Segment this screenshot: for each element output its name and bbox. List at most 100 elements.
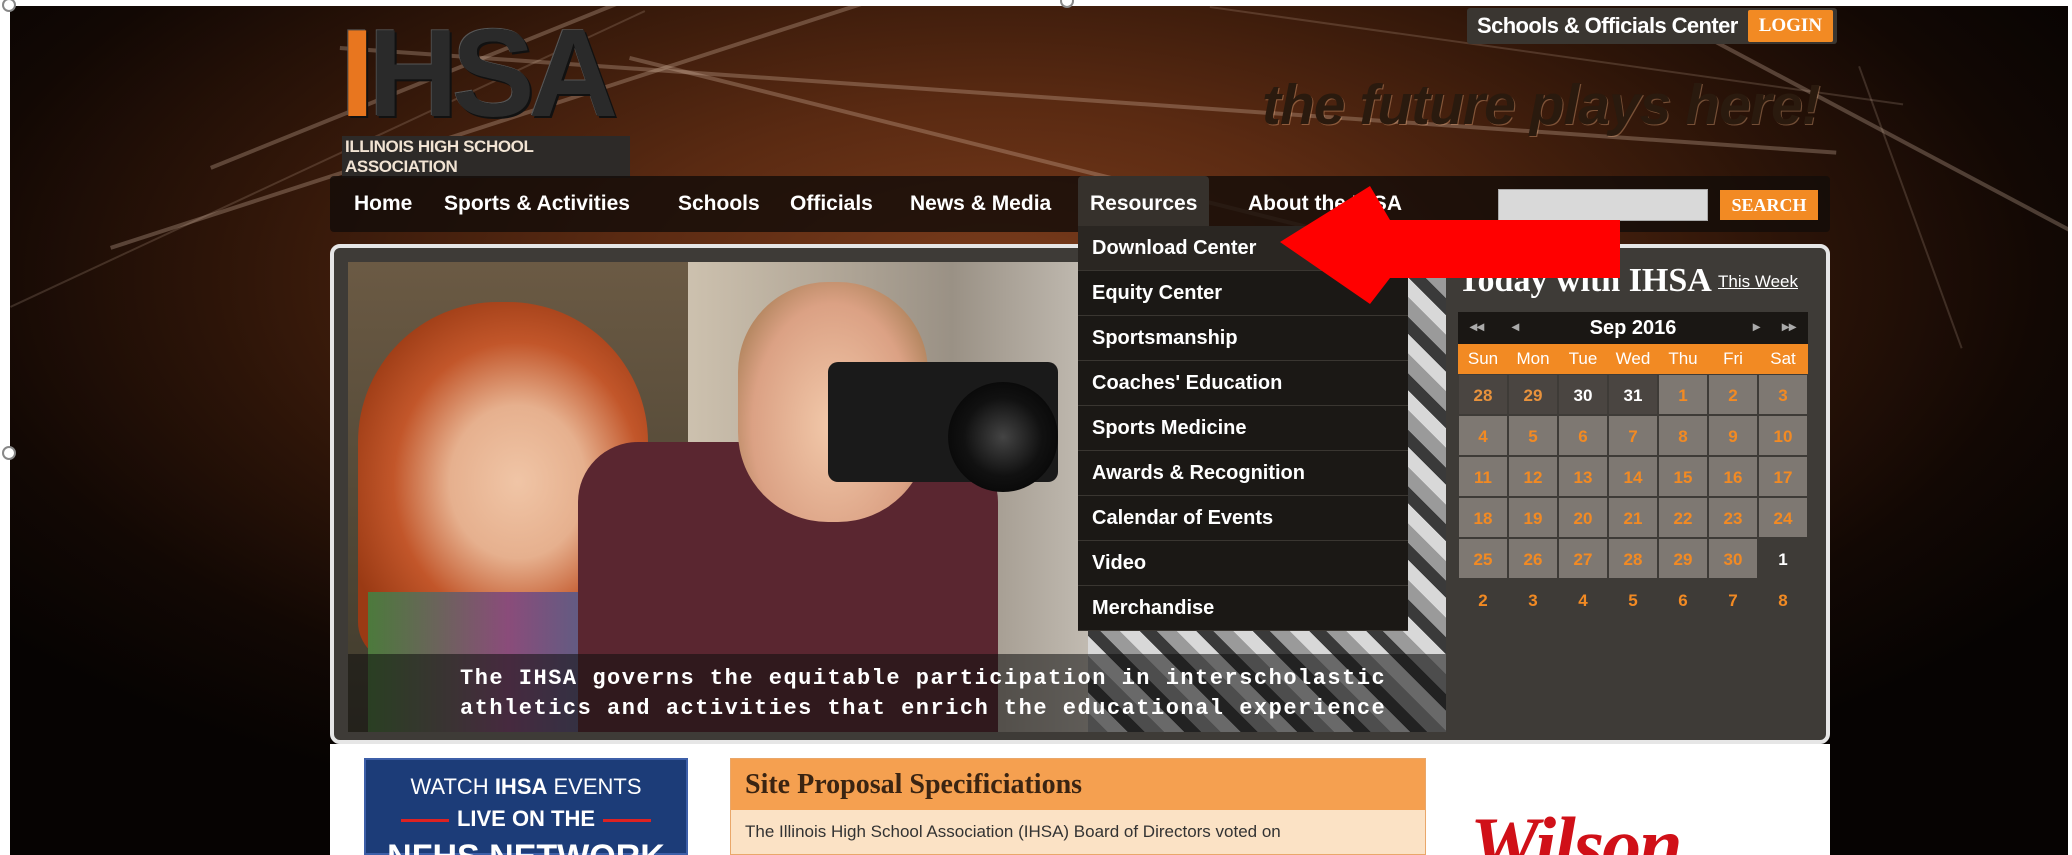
- weekday-label: Sun: [1467, 349, 1499, 368]
- watch-banner-line2: LIVE ON THE: [366, 806, 686, 832]
- calendar-week: 25 26 27 28 29 30 1: [1458, 538, 1808, 579]
- calendar-week: 18 19 20 21 22 23 24: [1458, 497, 1808, 538]
- calendar-day[interactable]: 10: [1758, 415, 1808, 456]
- calendar-day[interactable]: 22: [1658, 497, 1708, 538]
- calendar-day[interactable]: 12: [1508, 456, 1558, 497]
- calendar-day[interactable]: 28: [1458, 374, 1508, 415]
- menu-item-awards-recognition[interactable]: Awards & Recognition: [1078, 451, 1408, 496]
- nav-item-resources[interactable]: Resources: [1078, 176, 1210, 232]
- menu-item-sports-medicine[interactable]: Sports Medicine: [1078, 406, 1408, 451]
- calendar-day[interactable]: 17: [1758, 456, 1808, 497]
- calendar-day[interactable]: 25: [1458, 538, 1508, 579]
- nav-item-sports-activities[interactable]: Sports & Activities: [432, 176, 642, 232]
- calendar-day[interactable]: 29: [1658, 538, 1708, 579]
- calendar-day[interactable]: 7: [1708, 579, 1758, 620]
- weekday-label: Thu: [1668, 349, 1698, 368]
- calendar-day[interactable]: 6: [1558, 415, 1608, 456]
- this-week-link[interactable]: This Week: [1718, 272, 1798, 292]
- calendar-day[interactable]: 21: [1608, 497, 1658, 538]
- calendar-day[interactable]: 2: [1458, 579, 1508, 620]
- calendar-day[interactable]: 29: [1508, 374, 1558, 415]
- schools-officials-bar: Schools & Officials Center LOGIN: [1467, 8, 1838, 44]
- calendar-day[interactable]: 3: [1508, 579, 1558, 620]
- site-proposal-body: The Illinois High School Association (IH…: [745, 822, 1281, 841]
- watch-banner-line1: WATCH IHSA EVENTS: [410, 774, 642, 799]
- calendar-day[interactable]: 31: [1608, 374, 1658, 415]
- calendar-week: 28 29 30 31 1 2 3: [1458, 374, 1808, 415]
- menu-item-sportsmanship[interactable]: Sportsmanship: [1078, 316, 1408, 361]
- calendar-day[interactable]: 9: [1708, 415, 1758, 456]
- nav-item-schools[interactable]: Schools: [666, 176, 772, 232]
- nav-item-officials[interactable]: Officials: [778, 176, 885, 232]
- calendar-day[interactable]: 4: [1458, 415, 1508, 456]
- calendar-day[interactable]: 3: [1758, 374, 1808, 415]
- calendar-day[interactable]: 8: [1758, 579, 1808, 620]
- calendar-day[interactable]: 6: [1658, 579, 1708, 620]
- arrow-shape: [1280, 186, 1620, 304]
- calendar-day[interactable]: 13: [1558, 456, 1608, 497]
- calendar-day[interactable]: 26: [1508, 538, 1558, 579]
- nav-item-home[interactable]: Home: [342, 176, 424, 232]
- calendar-day[interactable]: 18: [1458, 497, 1508, 538]
- site-proposal-title[interactable]: Site Proposal Specificiations: [731, 759, 1425, 810]
- schools-officials-center-link[interactable]: Schools & Officials Center: [1477, 13, 1738, 39]
- menu-item-video[interactable]: Video: [1078, 541, 1408, 586]
- menu-item-merchandise[interactable]: Merchandise: [1078, 586, 1408, 631]
- site-proposal-box: Site Proposal Specificiations The Illino…: [730, 758, 1426, 855]
- calendar-day[interactable]: 1: [1758, 538, 1808, 579]
- prev-month-icon[interactable]: ◂: [1512, 318, 1519, 335]
- red-arrow-annotation: [1280, 186, 1620, 304]
- camera-lens: [948, 382, 1058, 492]
- calendar-day[interactable]: 4: [1558, 579, 1608, 620]
- calendar-day[interactable]: 20: [1558, 497, 1608, 538]
- calendar-week: 2 3 4 5 6 7 8: [1458, 579, 1808, 620]
- calendar-day[interactable]: 1: [1658, 374, 1708, 415]
- track-lane-line: [1858, 66, 1963, 349]
- login-button[interactable]: LOGIN: [1747, 10, 1834, 42]
- calendar-widget: ◂◂ ◂ Sep 2016 ▸ ▸▸ Sun Mon Tue Wed Thu F…: [1458, 312, 1808, 620]
- tagline: the future plays here!: [1262, 73, 1821, 137]
- resize-handle[interactable]: [2, 446, 16, 460]
- calendar-day[interactable]: 8: [1658, 415, 1708, 456]
- hero-caption-line2: athletics and activities that enrich the…: [460, 696, 1387, 721]
- prev-year-icon[interactable]: ◂◂: [1470, 318, 1484, 335]
- menu-item-coaches-education[interactable]: Coaches' Education: [1078, 361, 1408, 406]
- weekday-label: Wed: [1615, 349, 1651, 368]
- calendar-day[interactable]: 19: [1508, 497, 1558, 538]
- calendar-day[interactable]: 7: [1608, 415, 1658, 456]
- calendar-day[interactable]: 24: [1758, 497, 1808, 538]
- calendar-header: ◂◂ ◂ Sep 2016 ▸ ▸▸: [1458, 312, 1808, 344]
- weekday-label: Fri: [1723, 349, 1743, 368]
- calendar-weekday-row: Sun Mon Tue Wed Thu Fri Sat: [1458, 344, 1808, 374]
- weekday-label: Sat: [1770, 349, 1796, 368]
- calendar-day[interactable]: 16: [1708, 456, 1758, 497]
- watch-banner-line3: NFHS NETWORK: [366, 838, 686, 855]
- calendar-day[interactable]: 27: [1558, 538, 1608, 579]
- logo-mark: IHSA: [340, 5, 618, 143]
- calendar-day[interactable]: 23: [1708, 497, 1758, 538]
- next-year-icon[interactable]: ▸▸: [1782, 318, 1796, 335]
- ihsa-logo[interactable]: IHSA ILLINOIS HIGH SCHOOL ASSOCIATION: [340, 5, 630, 178]
- calendar-day[interactable]: 28: [1608, 538, 1658, 579]
- calendar-day[interactable]: 5: [1508, 415, 1558, 456]
- logo-subtitle: ILLINOIS HIGH SCHOOL ASSOCIATION: [342, 136, 630, 178]
- calendar-day[interactable]: 2: [1708, 374, 1758, 415]
- calendar-week: 11 12 13 14 15 16 17: [1458, 456, 1808, 497]
- wilson-sponsor-logo[interactable]: Wilson: [1470, 800, 1683, 855]
- weekday-label: Mon: [1516, 349, 1550, 368]
- nav-item-news-media[interactable]: News & Media: [898, 176, 1063, 232]
- calendar-day[interactable]: 14: [1608, 456, 1658, 497]
- hero-caption-line1: The IHSA governs the equitable participa…: [460, 666, 1387, 691]
- calendar-day[interactable]: 11: [1458, 456, 1508, 497]
- calendar-week: 4 5 6 7 8 9 10: [1458, 415, 1808, 456]
- calendar-day[interactable]: 5: [1608, 579, 1658, 620]
- weekday-label: Tue: [1568, 349, 1598, 368]
- next-month-icon[interactable]: ▸: [1753, 318, 1760, 335]
- hero-caption: The IHSA governs the equitable participa…: [348, 654, 1446, 732]
- calendar-day[interactable]: 15: [1658, 456, 1708, 497]
- nfhs-network-banner[interactable]: WATCH IHSA EVENTS LIVE ON THE NFHS NETWO…: [364, 758, 688, 855]
- menu-item-calendar-of-events[interactable]: Calendar of Events: [1078, 496, 1408, 541]
- search-button[interactable]: SEARCH: [1720, 190, 1818, 220]
- calendar-day[interactable]: 30: [1558, 374, 1608, 415]
- calendar-day[interactable]: 30: [1708, 538, 1758, 579]
